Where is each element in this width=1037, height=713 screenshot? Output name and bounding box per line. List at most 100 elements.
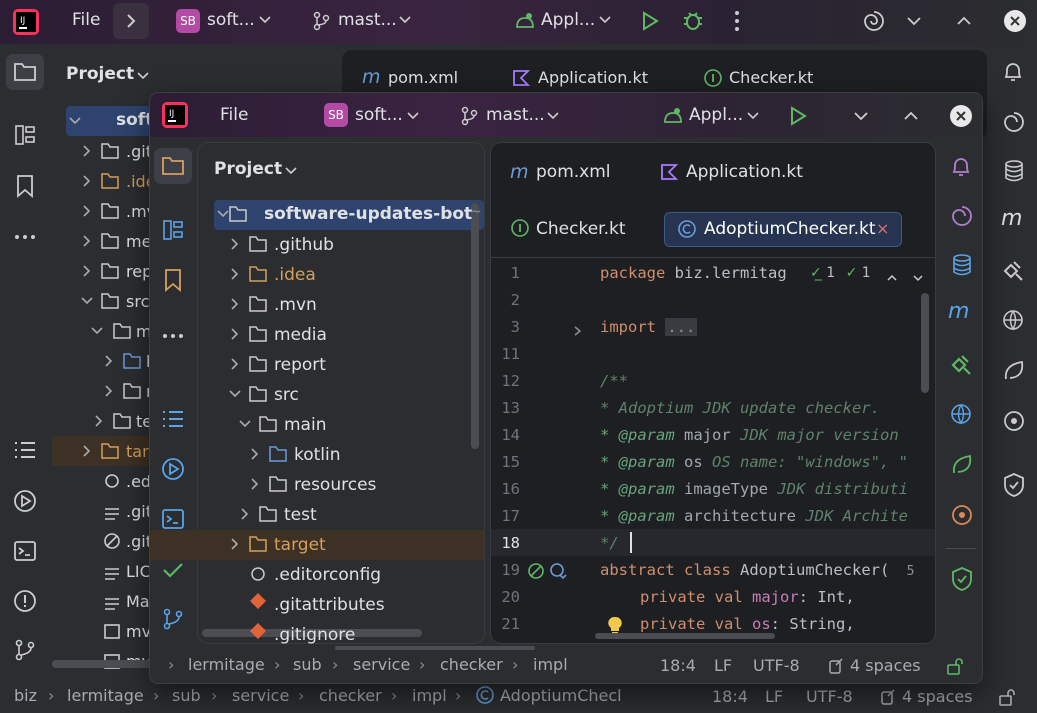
notifications-icon[interactable] <box>1002 60 1024 88</box>
close-tab-icon[interactable]: × <box>876 219 889 238</box>
spring-icon[interactable] <box>1002 359 1026 387</box>
next-highlight-icon[interactable] <box>912 269 924 288</box>
terminal-icon[interactable] <box>13 539 37 567</box>
editor-tab[interactable]: Checker.kt <box>729 68 813 87</box>
ai-chat-icon[interactable] <box>1002 110 1026 138</box>
project-tool-button[interactable] <box>6 54 44 90</box>
more-tools-icon[interactable] <box>14 226 36 245</box>
database-icon[interactable] <box>1003 159 1025 187</box>
editor-tab-label[interactable]: AdoptiumChecker.kt <box>704 219 876 239</box>
indent-setting[interactable]: 4 spaces <box>902 687 973 706</box>
todo-icon[interactable] <box>162 409 184 433</box>
endpoints-icon[interactable] <box>1002 309 1026 337</box>
bookmarks-icon[interactable] <box>15 174 35 202</box>
chevron-up-icon[interactable] <box>956 13 972 33</box>
breadcrumb-item[interactable]: service <box>353 655 410 674</box>
implementation-icon[interactable] <box>548 561 568 585</box>
gradle-icon[interactable] <box>950 353 974 381</box>
project-tool-button[interactable] <box>154 148 192 184</box>
line-ending[interactable]: LF <box>714 656 732 675</box>
caret-position[interactable]: 18:4 <box>660 656 696 675</box>
run-icon[interactable] <box>640 11 660 35</box>
caret-position[interactable]: 18:4 <box>712 687 748 706</box>
notifications-icon[interactable] <box>950 155 972 183</box>
run-icon[interactable] <box>788 106 808 130</box>
breadcrumb-item[interactable]: impl <box>412 686 447 705</box>
run-config-selector[interactable]: Appl... <box>689 105 743 125</box>
breadcrumb-item[interactable]: checker <box>319 686 382 705</box>
editor-tab[interactable]: pom.xml <box>536 162 611 182</box>
expand-menu-button[interactable] <box>113 3 149 39</box>
line-ending[interactable]: LF <box>765 687 783 706</box>
more-options-icon[interactable] <box>733 10 741 36</box>
editor-scrollbar[interactable] <box>921 293 929 393</box>
spring-icon[interactable] <box>950 453 974 481</box>
editor-tab[interactable]: Application.kt <box>538 68 648 87</box>
horizontal-scrollbar[interactable] <box>52 660 152 668</box>
no-run-icon[interactable] <box>526 561 546 585</box>
endpoints-icon[interactable] <box>950 403 974 431</box>
editor-horizontal-scrollbar[interactable] <box>595 633 775 639</box>
close-icon[interactable] <box>1003 9 1027 37</box>
breadcrumb-item[interactable]: sub <box>293 655 322 674</box>
inspection-widget[interactable]: ✓̲ 1 ✓ 1 <box>810 265 871 281</box>
problems-icon[interactable] <box>13 589 37 617</box>
tree-item[interactable]: kotlin <box>294 445 341 465</box>
todo-icon[interactable] <box>14 440 36 464</box>
fold-chevron-icon[interactable] <box>572 322 584 341</box>
editor-tab[interactable]: pom.xml <box>388 68 458 87</box>
previous-highlight-icon[interactable] <box>886 269 898 288</box>
security-shield-icon[interactable] <box>950 566 974 596</box>
file-menu[interactable]: File <box>72 10 100 30</box>
chevron-down-icon[interactable] <box>906 13 922 33</box>
intellij-logo-icon[interactable]: IJ <box>161 101 189 133</box>
chevron-down-icon[interactable] <box>853 108 869 128</box>
git-icon[interactable] <box>161 607 185 635</box>
vertical-scrollbar[interactable] <box>471 203 479 449</box>
close-icon[interactable] <box>949 104 973 132</box>
breadcrumb-item[interactable]: sub <box>172 686 201 705</box>
ai-chat-icon[interactable] <box>950 204 974 232</box>
ai-assistant-icon[interactable] <box>862 9 886 37</box>
gradle-icon[interactable] <box>1002 259 1026 287</box>
structure-icon[interactable] <box>162 219 184 245</box>
project-panel-title[interactable]: Project <box>214 159 282 179</box>
breadcrumb-item[interactable]: service <box>232 686 289 705</box>
editor-tab[interactable]: Checker.kt <box>536 219 626 239</box>
bookmarks-icon[interactable] <box>163 268 183 296</box>
branch-switcher[interactable]: mast... <box>486 105 545 125</box>
file-encoding[interactable]: UTF-8 <box>753 656 800 675</box>
breadcrumb-item[interactable]: impl <box>533 655 568 674</box>
branch-switcher[interactable]: mast... <box>338 10 397 30</box>
breadcrumb-item[interactable]: lermitage <box>188 655 265 674</box>
git-icon[interactable] <box>13 638 37 666</box>
intellij-logo-icon[interactable]: IJ <box>12 8 40 36</box>
breadcrumb-scrollbar[interactable] <box>335 646 535 650</box>
breadcrumb-item[interactable]: lermitage <box>67 686 144 705</box>
file-encoding[interactable]: UTF-8 <box>806 687 853 706</box>
target-icon[interactable] <box>1002 409 1026 437</box>
indent-setting[interactable]: 4 spaces <box>850 656 921 675</box>
project-panel-title[interactable]: Project <box>66 64 134 84</box>
target-icon[interactable] <box>950 503 974 531</box>
debug-icon[interactable] <box>682 9 704 35</box>
more-tools-icon[interactable] <box>162 325 184 344</box>
lock-icon[interactable] <box>998 688 1018 710</box>
project-switcher[interactable]: soft... <box>207 10 255 30</box>
editor-tab[interactable]: Application.kt <box>686 162 803 182</box>
lock-icon[interactable] <box>946 657 966 679</box>
usage-hint[interactable]: 5 <box>907 564 915 579</box>
breadcrumb-item[interactable]: AdoptiumChecl <box>500 686 622 705</box>
maven-icon[interactable]: m <box>1001 206 1022 231</box>
folded-imports[interactable]: ... <box>665 318 698 336</box>
security-shield-icon[interactable] <box>1002 472 1026 502</box>
breadcrumb-item[interactable]: checker <box>440 655 503 674</box>
run-config-selector[interactable]: Appl... <box>541 10 595 30</box>
services-icon[interactable] <box>161 457 185 485</box>
tree-item[interactable]: resources <box>294 475 376 495</box>
file-menu[interactable]: File <box>220 105 248 125</box>
structure-icon[interactable] <box>14 124 36 150</box>
project-switcher[interactable]: soft... <box>355 105 403 125</box>
services-icon[interactable] <box>13 489 37 517</box>
chevron-up-icon[interactable] <box>903 108 919 128</box>
